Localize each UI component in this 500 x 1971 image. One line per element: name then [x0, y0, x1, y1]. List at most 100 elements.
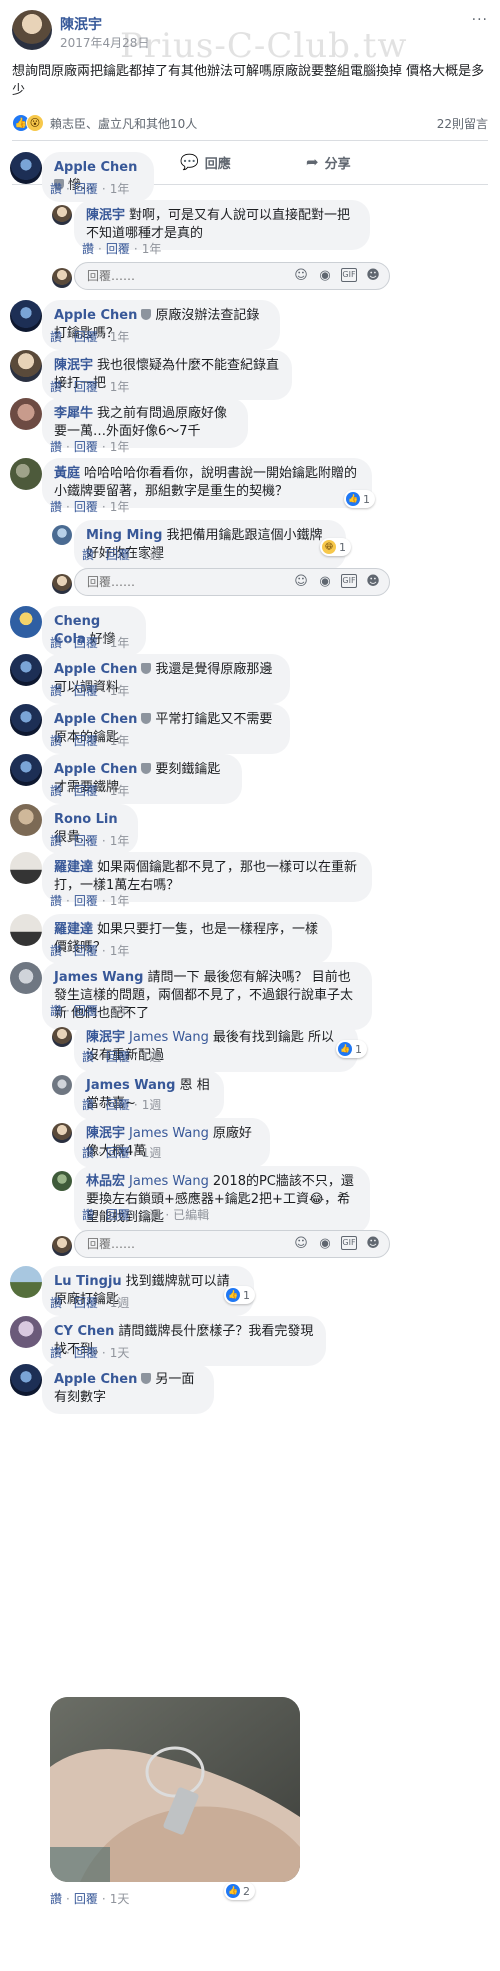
comment-like-link[interactable]: 讚	[82, 242, 94, 256]
comment-like-link[interactable]: 讚	[50, 500, 62, 514]
comment-reply-link[interactable]: 回覆	[74, 1892, 98, 1906]
commenter-name[interactable]: Rono Lin	[54, 812, 118, 827]
commenter-name[interactable]: 羅建達	[54, 922, 93, 937]
reaction-badge[interactable]: 👍 1	[224, 1286, 255, 1304]
comment-like-link[interactable]: 讚	[50, 330, 62, 344]
commenter-name[interactable]: Ming Ming	[86, 528, 162, 543]
comment-like-link[interactable]: 讚	[82, 1146, 94, 1160]
comment-reply-link[interactable]: 回覆	[74, 1346, 98, 1360]
commenter-name[interactable]: 林品宏	[86, 1174, 125, 1189]
emoji-icon[interactable]: ☺	[293, 1236, 309, 1251]
reply-box[interactable]: ☺ ◉ GIF ☻	[74, 262, 390, 290]
commenter-name[interactable]: Apple Chen	[54, 308, 137, 323]
reply-box[interactable]: ☺ ◉ GIF ☻	[74, 1230, 390, 1258]
commenter-avatar[interactable]	[10, 1364, 42, 1396]
commenter-name[interactable]: Apple Chen	[54, 1372, 137, 1387]
commenter-name[interactable]: 陳泯宇	[86, 1030, 125, 1045]
comment-time[interactable]: 1週	[110, 1296, 130, 1310]
comment-time[interactable]: 1年	[110, 182, 130, 196]
comment-like-link[interactable]: 讚	[82, 1208, 94, 1222]
comment-time[interactable]: 1週	[142, 1050, 162, 1064]
comment-like-link[interactable]: 讚	[50, 1346, 62, 1360]
comment-count[interactable]: 22則留言	[437, 115, 488, 132]
commenter-name[interactable]: Apple Chen	[54, 160, 137, 175]
comment-like-link[interactable]: 讚	[82, 1050, 94, 1064]
comment-time[interactable]: 1年	[110, 944, 130, 958]
comment-reply-link[interactable]: 回覆	[106, 1050, 130, 1064]
commenter-avatar[interactable]	[52, 205, 72, 225]
emoji-icon[interactable]: ☺	[293, 268, 309, 283]
comment-like-link[interactable]: 讚	[50, 1004, 62, 1018]
commenter-avatar[interactable]	[10, 754, 42, 786]
comment-time[interactable]: 1年	[142, 242, 162, 256]
comment-like-link[interactable]: 讚	[50, 1296, 62, 1310]
comment-reply-link[interactable]: 回覆	[74, 1004, 98, 1018]
comment-like-link[interactable]: 讚	[50, 834, 62, 848]
comment-time[interactable]: 1年	[110, 894, 130, 908]
commenter-avatar[interactable]	[10, 606, 42, 638]
comment-reply-link[interactable]: 回覆	[74, 1296, 98, 1310]
comment-like-link[interactable]: 讚	[50, 380, 62, 394]
comment-reply-link[interactable]: 回覆	[74, 636, 98, 650]
reply-input[interactable]	[87, 267, 287, 285]
commenter-avatar[interactable]	[10, 852, 42, 884]
comment-time[interactable]: 1年	[110, 330, 130, 344]
post-menu-icon[interactable]: ···	[472, 12, 488, 28]
commenter-avatar[interactable]	[10, 458, 42, 490]
comment-reply-link[interactable]: 回覆	[74, 734, 98, 748]
reaction-badge[interactable]: 👍 1	[344, 490, 375, 508]
comment-time[interactable]: 1年	[110, 636, 130, 650]
comment-reply-link[interactable]: 回覆	[106, 548, 130, 562]
emoji-icon[interactable]: ☺	[293, 574, 309, 589]
comment-time[interactable]: 1年	[110, 500, 130, 514]
commenter-avatar[interactable]	[10, 804, 42, 836]
commenter-avatar[interactable]	[10, 300, 42, 332]
comment-reply-link[interactable]: 回覆	[106, 1208, 130, 1222]
comment-reply-link[interactable]: 回覆	[74, 330, 98, 344]
commenter-avatar[interactable]	[10, 1316, 42, 1348]
comment-reply-link[interactable]: 回覆	[74, 944, 98, 958]
commenter-avatar[interactable]	[52, 1123, 72, 1143]
post-author[interactable]: 陳泯宇	[60, 14, 102, 34]
comment-reply-link[interactable]: 回覆	[106, 1098, 130, 1112]
comment-reply-link[interactable]: 回覆	[74, 684, 98, 698]
comment-photo[interactable]	[50, 1697, 300, 1882]
commenter-avatar[interactable]	[52, 1027, 72, 1047]
commenter-avatar[interactable]	[10, 654, 42, 686]
comment-button[interactable]: 💬 回應	[180, 152, 231, 172]
commenter-name[interactable]: Apple Chen	[54, 662, 137, 677]
user-avatar[interactable]	[52, 268, 72, 288]
comment-like-link[interactable]: 讚	[82, 548, 94, 562]
commenter-avatar[interactable]	[10, 152, 42, 184]
reply-input[interactable]	[87, 573, 287, 591]
reply-box[interactable]: ☺ ◉ GIF ☻	[74, 568, 390, 596]
commenter-name[interactable]: 黃庭	[54, 466, 80, 481]
reaction-icons[interactable]: 👍 😮	[12, 114, 48, 132]
comment-like-link[interactable]: 讚	[82, 1098, 94, 1112]
sticker-icon[interactable]: ☻	[365, 268, 381, 283]
gif-icon[interactable]: GIF	[341, 268, 357, 282]
commenter-name[interactable]: 陳泯宇	[54, 358, 93, 373]
user-avatar[interactable]	[52, 1236, 72, 1256]
commenter-name[interactable]: Apple Chen	[54, 712, 137, 727]
reaction-badge[interactable]: 👍 1	[336, 1040, 367, 1058]
comment-like-link[interactable]: 讚	[50, 182, 62, 196]
comment-time[interactable]: 1年	[110, 734, 130, 748]
mention-link[interactable]: James Wang	[129, 1174, 209, 1189]
comment-reply-link[interactable]: 回覆	[74, 500, 98, 514]
comment-reply-link[interactable]: 回覆	[74, 784, 98, 798]
commenter-name[interactable]: CY Chen	[54, 1324, 114, 1339]
comment-time[interactable]: 1週	[142, 1098, 162, 1112]
commenter-name[interactable]: 陳泯宇	[86, 208, 125, 223]
sticker-icon[interactable]: ☻	[365, 1236, 381, 1251]
commenter-name[interactable]: Apple Chen	[54, 762, 137, 777]
edited-label[interactable]: 已編輯	[173, 1208, 209, 1222]
comment-like-link[interactable]: 讚	[50, 944, 62, 958]
comment-like-link[interactable]: 讚	[50, 684, 62, 698]
comment-reply-link[interactable]: 回覆	[74, 380, 98, 394]
comment-reply-link[interactable]: 回覆	[106, 1146, 130, 1160]
comment-time[interactable]: 1天	[110, 1346, 130, 1360]
comment-like-link[interactable]: 讚	[50, 440, 62, 454]
comment-like-link[interactable]: 讚	[50, 636, 62, 650]
camera-icon[interactable]: ◉	[317, 1236, 333, 1251]
